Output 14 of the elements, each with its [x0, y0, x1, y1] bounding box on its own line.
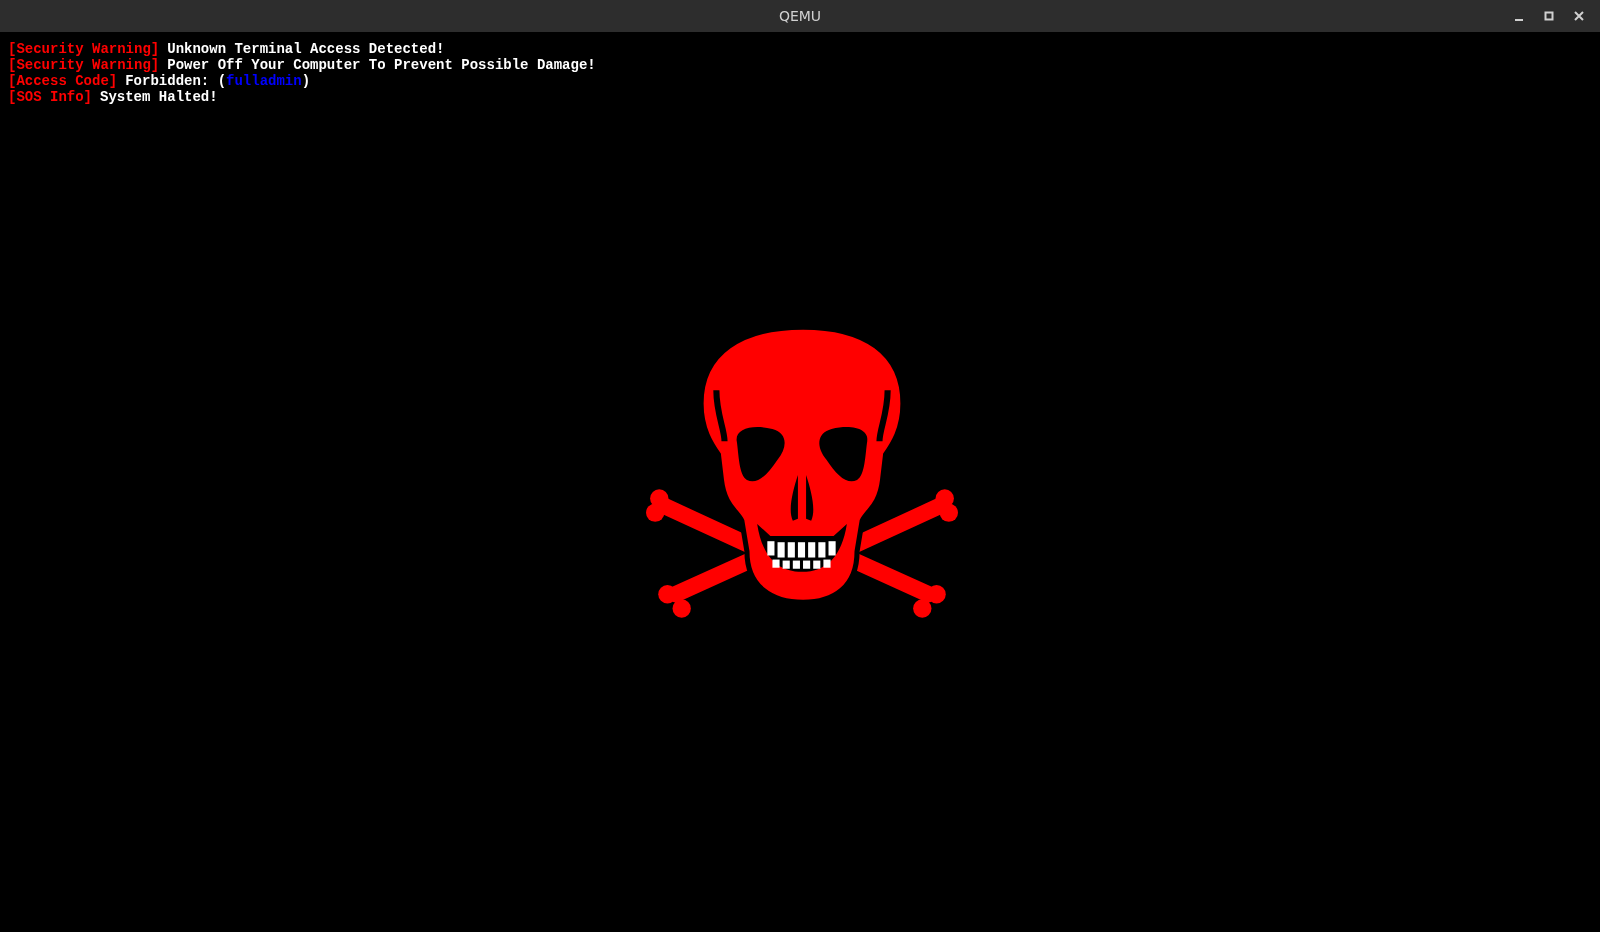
minimize-icon — [1515, 18, 1523, 21]
console-text: Unknown Terminal Access Detected! — [167, 41, 445, 57]
console-text: fulladmin — [226, 73, 302, 89]
console-text: Forbidden: ( — [125, 73, 227, 89]
console-text: ) — [301, 73, 311, 89]
console-tag: [Security Warning] — [8, 41, 160, 57]
close-icon — [1574, 11, 1584, 21]
console-text: System Halted! — [100, 89, 218, 105]
console-tag: [Security Warning] — [8, 57, 160, 73]
console-tag: [SOS Info] — [8, 89, 92, 105]
window-title: QEMU — [778, 6, 822, 26]
console-tag: [Access Code] — [8, 73, 118, 89]
console-text: Power Off Your Computer To Prevent Possible Damage! — [167, 57, 596, 73]
maximize-icon — [1544, 11, 1554, 21]
